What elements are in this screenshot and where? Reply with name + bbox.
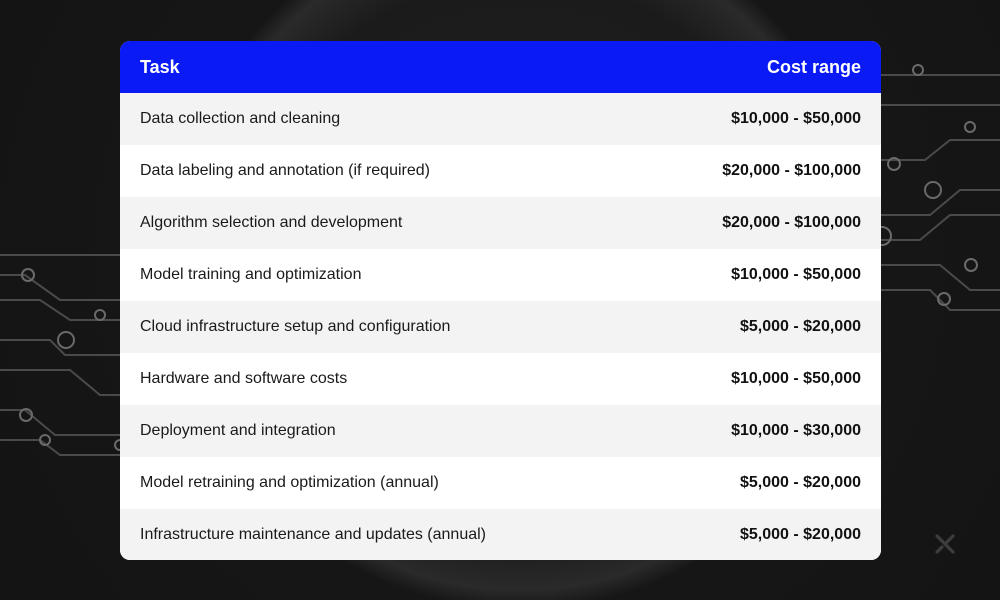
table-row: Algorithm selection and development $20,… [120, 197, 881, 249]
x-logo-icon [933, 532, 957, 556]
cost-cell: $10,000 - $30,000 [731, 422, 861, 439]
cost-cell: $20,000 - $100,000 [722, 214, 861, 231]
table-header: Task Cost range [120, 41, 881, 93]
cost-cell: $5,000 - $20,000 [740, 318, 861, 335]
task-cell: Deployment and integration [140, 422, 336, 439]
task-cell: Algorithm selection and development [140, 214, 403, 231]
cost-cell: $10,000 - $50,000 [731, 110, 861, 127]
header-task: Task [140, 56, 180, 77]
task-cell: Model retraining and optimization (annua… [140, 474, 439, 491]
table-row: Hardware and software costs $10,000 - $5… [120, 353, 881, 405]
task-cell: Cloud infrastructure setup and configura… [140, 318, 451, 335]
table-body: Data collection and cleaning $10,000 - $… [120, 93, 881, 560]
cost-cell: $20,000 - $100,000 [722, 162, 861, 179]
header-cost-range: Cost range [766, 56, 861, 77]
task-cell: Data labeling and annotation (if require… [140, 162, 430, 179]
cost-cell: $10,000 - $50,000 [731, 370, 861, 387]
task-cell: Hardware and software costs [140, 370, 348, 387]
task-cell: Model training and optimization [140, 266, 362, 283]
table-row: Cloud infrastructure setup and configura… [120, 301, 881, 353]
task-cell: Data collection and cleaning [140, 110, 341, 127]
task-cell: Infrastructure maintenance and updates (… [140, 526, 486, 543]
cost-cell: $5,000 - $20,000 [740, 474, 861, 491]
table-row: Deployment and integration $10,000 - $30… [120, 405, 881, 457]
table-row: Infrastructure maintenance and updates (… [120, 509, 881, 560]
cost-cell: $5,000 - $20,000 [740, 526, 861, 543]
table-row: Model retraining and optimization (annua… [120, 457, 881, 509]
table-row: Model training and optimization $10,000 … [120, 249, 881, 301]
table-row: Data collection and cleaning $10,000 - $… [120, 93, 881, 145]
cost-table: Task Cost range Data collection and clea… [120, 41, 881, 560]
cost-cell: $10,000 - $50,000 [731, 266, 861, 283]
table-row: Data labeling and annotation (if require… [120, 145, 881, 197]
